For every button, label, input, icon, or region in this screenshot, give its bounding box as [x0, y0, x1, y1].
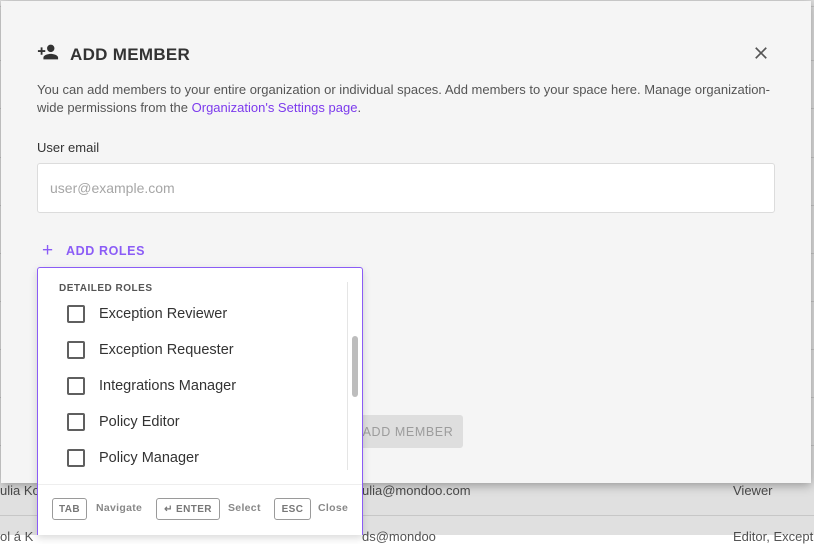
roles-section-title: DETAILED ROLES: [59, 283, 153, 294]
add-member-button[interactable]: ADD MEMBER: [353, 415, 463, 448]
role-label: Exception Requester: [99, 342, 234, 358]
role-label: Exception Reviewer: [99, 306, 228, 322]
plus-icon: +: [42, 240, 54, 261]
close-hint: Close: [318, 502, 349, 514]
checkbox[interactable]: [67, 341, 85, 359]
organization-settings-link[interactable]: Organization's Settings page: [192, 100, 358, 115]
email-field[interactable]: [37, 163, 775, 213]
description-text: You can add members to your entire organ…: [37, 82, 770, 115]
role-label: Policy Manager: [99, 450, 199, 466]
person-add-icon: [37, 41, 59, 68]
scrollbar-thumb[interactable]: [352, 336, 358, 397]
email-label: User email: [37, 140, 100, 155]
menu-footer-divider: [38, 484, 362, 485]
roles-dropdown: DETAILED ROLES Exception Reviewer Except…: [37, 267, 363, 535]
description-end: .: [357, 100, 362, 115]
enter-key-hint: ↵ ENTER: [156, 498, 220, 520]
dialog-title: ADD MEMBER: [70, 44, 191, 64]
role-label: Policy Editor: [99, 414, 180, 430]
checkbox[interactable]: [67, 305, 85, 323]
select-hint: Select: [228, 502, 261, 514]
tab-key-hint: TAB: [52, 498, 87, 520]
role-option-exception-reviewer[interactable]: Exception Reviewer: [67, 305, 227, 323]
esc-key-hint: ESC: [274, 498, 311, 520]
role-option-policy-editor[interactable]: Policy Editor: [67, 413, 180, 431]
add-roles-label: ADD ROLES: [66, 244, 146, 258]
role-label: Integrations Manager: [99, 378, 237, 394]
role-option-policy-manager[interactable]: Policy Manager: [67, 449, 199, 467]
dialog-description: You can add members to your entire organ…: [37, 81, 777, 117]
scroll-track: [347, 282, 348, 470]
close-icon[interactable]: [751, 43, 771, 63]
add-roles-button[interactable]: + ADD ROLES: [42, 240, 146, 261]
checkbox[interactable]: [67, 449, 85, 467]
checkbox[interactable]: [67, 377, 85, 395]
role-option-exception-requester[interactable]: Exception Requester: [67, 341, 234, 359]
checkbox[interactable]: [67, 413, 85, 431]
navigate-hint: Navigate: [96, 502, 143, 514]
dialog-header: ADD MEMBER: [37, 41, 190, 68]
role-option-integrations-manager[interactable]: Integrations Manager: [67, 377, 236, 395]
